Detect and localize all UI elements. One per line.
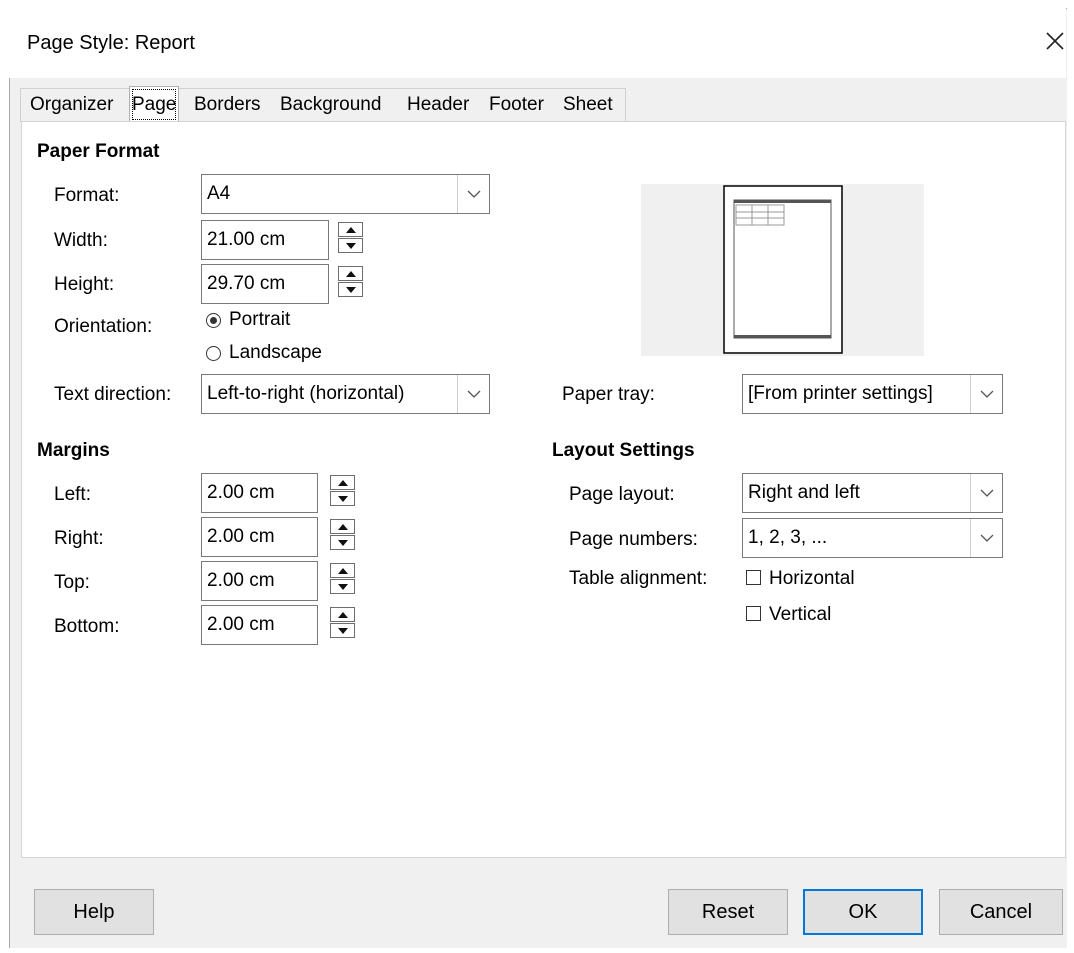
tab-page[interactable]: Page [129,86,180,123]
layout-settings-heading: Layout Settings [552,440,695,461]
vertical-label[interactable]: Vertical [769,604,831,626]
spin-down-icon[interactable] [330,535,355,550]
horizontal-label[interactable]: Horizontal [769,568,855,590]
page-layout-select[interactable]: Right and left [742,473,1003,513]
text-direction-label: Text direction: [54,384,172,405]
right-margin-stepper[interactable] [330,519,357,553]
spin-down-icon[interactable] [330,491,355,506]
portrait-radio[interactable] [206,313,221,328]
portrait-label[interactable]: Portrait [229,309,290,331]
top-margin-label: Top: [54,572,90,593]
top-margin-field[interactable]: 2.00 cm [201,561,318,601]
bottom-margin-field[interactable]: 2.00 cm [201,605,318,645]
height-field[interactable]: 29.70 cm [201,264,329,304]
width-stepper[interactable] [338,222,365,256]
chevron-down-icon[interactable] [457,175,489,213]
spin-up-icon[interactable] [338,266,363,281]
landscape-radio[interactable] [206,346,221,361]
chevron-down-icon[interactable] [970,519,1002,557]
help-button[interactable]: Help [34,889,154,935]
spin-down-icon[interactable] [330,579,355,594]
bottom-margin-label: Bottom: [54,616,120,637]
ok-button[interactable]: OK [803,889,923,935]
paper-tray-select[interactable]: [From printer settings] [742,374,1003,414]
top-margin-stepper[interactable] [330,563,357,597]
margins-heading: Margins [37,440,110,461]
right-margin-field[interactable]: 2.00 cm [201,517,318,557]
text-direction-select[interactable]: Left-to-right (horizontal) [201,374,490,414]
paper-tray-label: Paper tray: [562,384,655,405]
spin-down-icon[interactable] [338,238,363,253]
left-margin-stepper[interactable] [330,475,357,509]
orientation-label: Orientation: [54,316,153,337]
close-icon[interactable] [1040,26,1070,56]
format-value: A4 [207,183,231,204]
window-title: Page Style: Report [27,32,195,54]
chevron-down-icon[interactable] [457,375,489,413]
tab-borders[interactable]: Borders [192,90,263,120]
page-numbers-select[interactable]: 1, 2, 3, ... [742,518,1003,558]
spin-up-icon[interactable] [338,222,363,237]
left-margin-label: Left: [54,484,91,505]
tab-footer[interactable]: Footer [487,90,546,120]
table-alignment-label: Table alignment: [569,568,708,589]
horizontal-checkbox[interactable] [746,570,761,585]
page-preview-icon [723,185,843,354]
chevron-down-icon[interactable] [970,375,1002,413]
right-margin-label: Right: [54,528,104,549]
page-layout-value: Right and left [748,482,860,503]
page-preview [641,184,924,356]
page-numbers-label: Page numbers: [569,529,698,550]
spin-down-icon[interactable] [330,623,355,638]
format-label: Format: [54,185,120,206]
cancel-button[interactable]: Cancel [939,889,1063,935]
paper-tray-value: [From printer settings] [748,383,933,404]
height-label: Height: [54,274,115,295]
width-field[interactable]: 21.00 cm [201,220,329,260]
landscape-label[interactable]: Landscape [229,342,322,364]
bottom-margin-stepper[interactable] [330,607,357,641]
paper-format-heading: Paper Format [37,141,160,162]
spin-down-icon[interactable] [338,282,363,297]
spin-up-icon[interactable] [330,475,355,490]
width-label: Width: [54,230,108,251]
spin-up-icon[interactable] [330,607,355,622]
tab-sheet[interactable]: Sheet [561,90,615,120]
reset-button[interactable]: Reset [668,889,788,935]
spin-up-icon[interactable] [330,563,355,578]
left-margin-field[interactable]: 2.00 cm [201,473,318,513]
page-layout-label: Page layout: [569,484,675,505]
tab-header[interactable]: Header [405,90,471,120]
text-direction-value: Left-to-right (horizontal) [207,383,405,404]
tab-background[interactable]: Background [278,90,383,120]
height-stepper[interactable] [338,266,365,300]
format-select[interactable]: A4 [201,174,490,214]
chevron-down-icon[interactable] [970,474,1002,512]
vertical-checkbox[interactable] [746,606,761,621]
page-numbers-value: 1, 2, 3, ... [748,527,828,548]
tab-organizer[interactable]: Organizer [28,90,115,120]
spin-up-icon[interactable] [330,519,355,534]
